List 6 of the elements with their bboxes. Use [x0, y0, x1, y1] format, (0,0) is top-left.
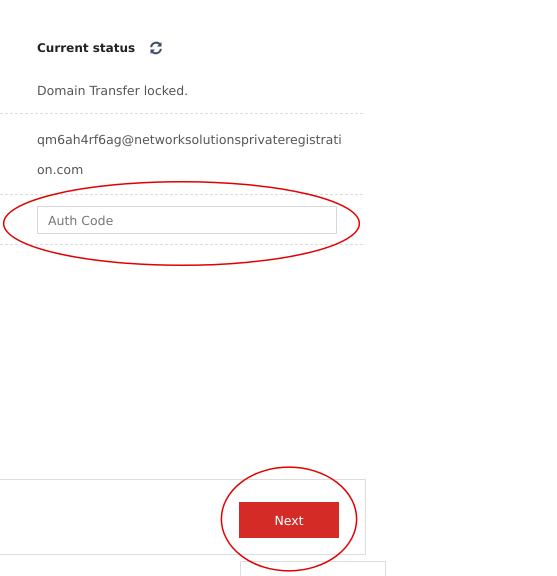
next-button[interactable]: Next	[239, 502, 339, 538]
refresh-icon[interactable]	[149, 41, 164, 55]
section-title: Current status	[37, 41, 136, 55]
auth-code-field[interactable]: Auth Code	[37, 206, 337, 234]
status-message: Domain Transfer locked.	[36, 82, 190, 100]
email-address: qm6ah4rf6ag@networksolutionsprivateregistration.com	[36, 131, 343, 179]
